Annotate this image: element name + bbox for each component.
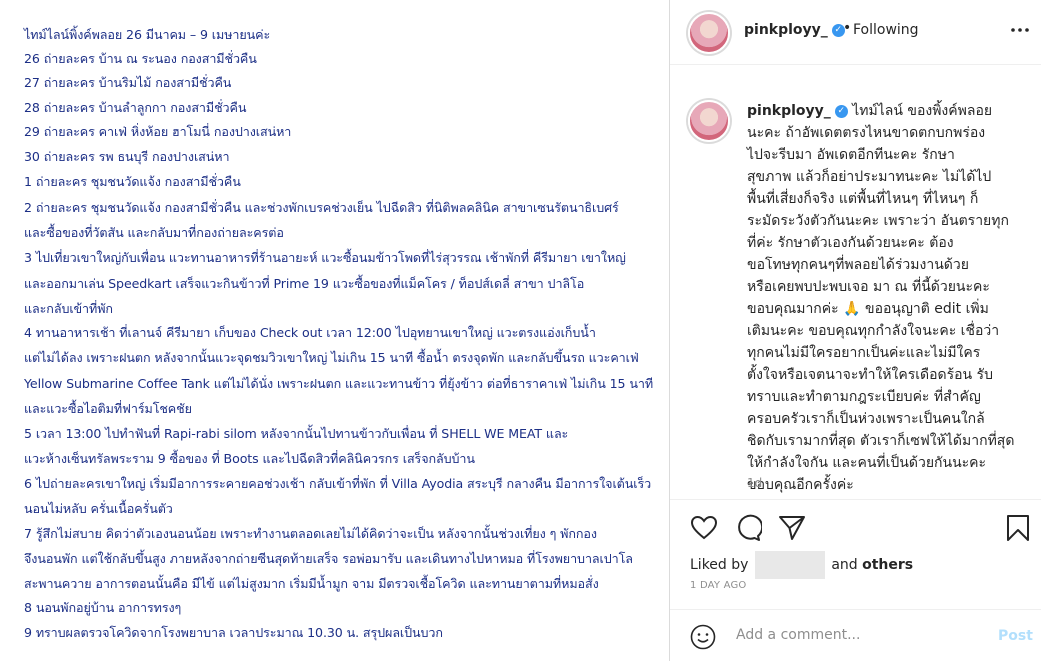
comment-icon[interactable] [734,514,762,542]
timeline-line: 4 ทานอาหารเช้า ที่เลานจ์ คีรีมายา เก็บขอ… [24,325,596,340]
caption-line: ชิดกับเรามากที่สุด ตัวเราก็เซฟให้ได้มากท… [747,433,1015,449]
likes-summary: Liked by and others [690,551,913,579]
caption-line: เติมนะคะ ขอบคุณทุกกำลังใจนะคะ เชื่อว่า [747,323,1000,339]
caption-line: ที่ค่ะ รักษาตัวเองกันด้วยนะคะ ต้อง [747,235,954,251]
post-button[interactable]: Post [998,628,1033,644]
caption: pinkployy_ ✓ ไทม์ไลน์ ของพิ้งค์พลอยนะคะ ถ… [670,64,1041,499]
caption-line: ขอบคุณมากค่ะ 🙏 ขออนุญาติ edit เพิ่ม [747,301,989,317]
timeline-line: และกลับเข้าที่พัก [24,301,113,316]
timeline-line: และแวะซื้อไอติมที่ฟาร์มโชคชัย [24,401,192,416]
share-icon[interactable] [778,514,806,542]
timeline-line: 26 ถ่ายละคร บ้าน ณ ระนอง กองสามีชั่วคืน [24,51,257,66]
caption-line: ระมัดระวังตัวกันนะคะ เพราะว่า อันตรายทุก [747,213,1009,229]
timeline-line: 27 ถ่ายละคร บ้านริมไม้ กองสามีชั่วคืน [24,75,232,90]
blurred-username[interactable] [754,551,825,579]
timeline-line: 1 ถ่ายละคร ชุมชนวัดแจ้ง กองสามีชั่วคืน [24,174,241,189]
timeline-line: สะพานควาย อาการตอนนั้นคือ มีไข้ แต่ไม่สู… [24,576,599,591]
timeline-line: และซื้อของที่วัตสัน และกลับมาที่กองถ่ายล… [24,225,284,240]
bookmark-icon[interactable] [1004,514,1032,542]
timeline-line: ไทม์ไลน์พิ้งค์พลอย 26 มีนาคม – 9 เมษายนค… [24,27,271,42]
post-sidebar: pinkployy_ ✓ • Following pinkployy_ ✓ ไทม์… [669,0,1041,661]
avatar[interactable] [688,12,730,54]
username-link[interactable]: pinkployy_ ✓ [744,22,845,38]
comment-box: Post [670,609,1041,662]
timeline-line: 30 ถ่ายละคร รพ ธนบุรี กองปางเสน่หา [24,149,230,164]
caption-first-line: pinkployy_ ✓ ไทม์ไลน์ ของพิ้งค์พลอย [747,100,1014,122]
timeline-line: 7 รู้สึกไม่สบาย คิดว่าตัวเองนอนน้อย เพรา… [24,526,597,541]
timeline-line: 3 ไปเที่ยวเขาใหญ่กับเพื่อน แวะทานอาหารที… [24,250,626,265]
following-button[interactable]: Following [853,22,919,38]
timeline-line: และออกมาเล่น Speedkart เสร็จแวะกินข้าวที… [24,276,585,291]
heart-icon[interactable] [690,514,718,542]
post-date[interactable]: 1 DAY AGO [690,580,747,591]
caption-line: สุขภาพ แล้วก็อย่าประมาทนะคะ ไม่ได้ไป [747,169,992,185]
timeline-line: แต่ไม่ได้ลง เพราะฝนตก หลังจากนั้นแวะจุดช… [24,350,639,365]
caption-line: นะคะ ถ้าอัพเดตตรงไหนขาดตกบกพร่อง [747,125,986,141]
timeline-line: 29 ถ่ายละคร คาเฟ่ หิ่งห้อย ฮาโมนี่ กองปา… [24,124,292,139]
caption-line: ตั้งใจหรือเจตนาจะทำให้ใครเดือดร้อน รับ [747,367,993,383]
caption-timestamp[interactable]: 1d [747,476,762,490]
avatar[interactable] [688,100,730,142]
caption-line: ให้กำลังใจกัน และคนที่เป็นด้วยกันนะคะ [747,455,987,471]
timeline-line: 2 ถ่ายละคร ชุมชนวัดแจ้ง กองสามีชั่วคืน แ… [24,200,619,215]
caption-line: ทราบและทำตามกฎระเบียบค่ะ ที่สำคัญ [747,389,981,405]
timeline-line: 8 นอนพักอยู่บ้าน อาการทรงๆ [24,600,182,615]
action-bar: Liked by and others 1 DAY AGO [670,499,1041,610]
verified-icon: ✓ [834,104,848,118]
caption-text: pinkployy_ ✓ ไทม์ไลน์ ของพิ้งค์พลอยนะคะ ถ… [747,100,1014,496]
caption-line: ครอบครัวเราก็เป็นห่วงเพราะเป็นคนใกล้ [747,411,985,427]
timeline-line: จึงนอนพัก แต่ใช้กลับขึ้นสูง ภายหลังจากถ่… [24,551,633,566]
and-label: and [831,557,858,573]
timeline-line: นอนไม่หลับ ครั่นเนื้อครั่นตัว [24,501,173,516]
timeline-line: 28 ถ่ายละคร บ้านลำลูกกา กองสามีชั่วคืน [24,100,247,115]
timeline-line: 9 ทราบผลตรวจโควิดจากโรงพยาบาล เวลาประมาณ… [24,625,443,640]
caption-line: ขอโทษทุกคนๆที่พลอยได้ร่วมงานด้วย [747,257,969,273]
timeline-line: 5 เวลา 13:00 ไปทำฟันที่ Rapi-rabi silom … [24,426,569,441]
timeline-line: Yellow Submarine Coffee Tank แต่ไม่ได้นั… [24,376,654,391]
liked-by-label: Liked by [690,557,749,573]
separator-dot: • [843,20,852,36]
timeline-line: แวะห้างเซ็นทรัลพระราม 9 ซื้อของ ที่ Boot… [24,451,475,466]
others-link[interactable]: others [862,557,913,573]
caption-line: หรือเคยพบปะพบเจอ มา ณ ที่นี้ด้วยนะคะ [747,279,990,295]
post-header: pinkployy_ ✓ • Following [670,0,1041,65]
caption-username-link[interactable]: pinkployy_ [747,103,831,119]
post-image: ไทม์ไลน์พิ้งค์พลอย 26 มีนาคม – 9 เมษายนค… [0,0,669,661]
caption-line: ไปจะรีบมา อัพเดตอีกทีนะคะ รักษา [747,147,955,163]
emoji-icon[interactable] [690,624,716,650]
caption-line: ขอบคุณอีกครั้งค่ะ [747,477,854,493]
caption-line: ทุกคนไม่มีใครอยากเป็นค่ะและไม่มีใคร [747,345,981,361]
comment-input[interactable] [734,626,968,644]
caption-line: พื้นที่เสี่ยงก็จริง แต่พื้นที่ไหนๆ ที่ไห… [747,191,979,207]
caption-line: ไทม์ไลน์ ของพิ้งค์พลอย [847,103,993,119]
timeline-line: 6 ไปถ่ายละครเขาใหญ่ เริ่มมีอาการระคายคอช… [24,476,652,491]
more-icon[interactable] [1010,22,1030,38]
